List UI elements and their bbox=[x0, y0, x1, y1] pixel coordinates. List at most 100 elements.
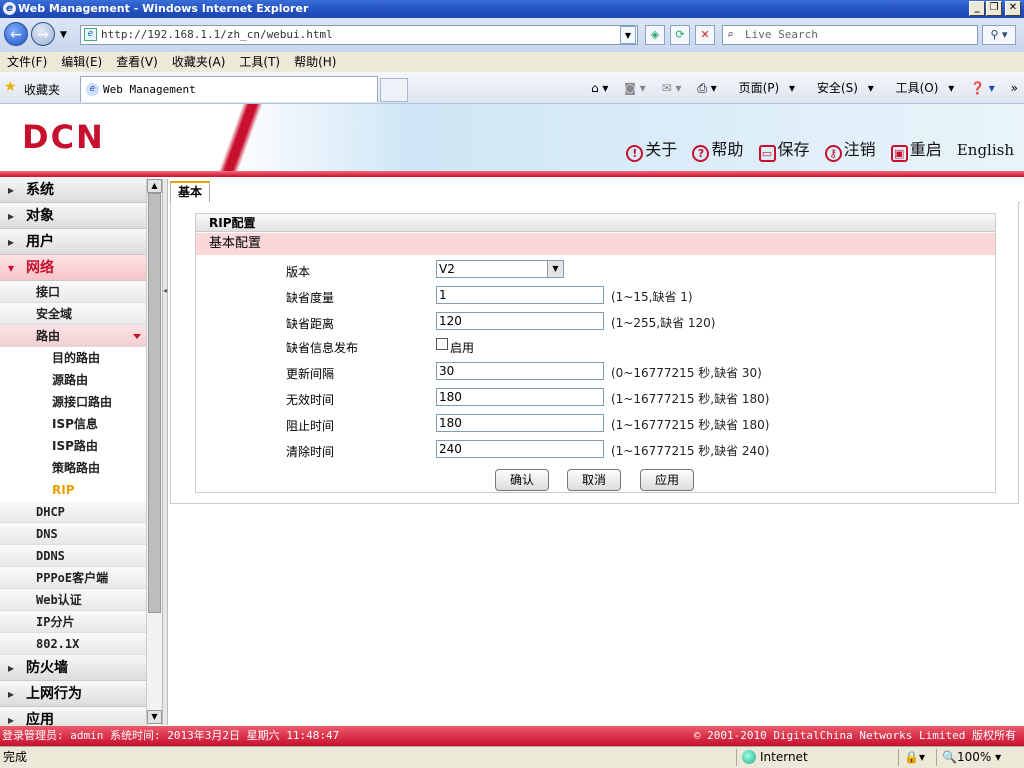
close-button[interactable]: ✕ bbox=[1005, 1, 1021, 16]
sidebar-item-rip[interactable]: RIP bbox=[0, 479, 147, 501]
scroll-up-icon[interactable]: ▲ bbox=[147, 179, 162, 193]
sidebar-group-user[interactable]: 用户 bbox=[0, 229, 147, 255]
page-menu[interactable]: 页面(P) ▾ bbox=[733, 72, 795, 104]
tools-menu[interactable]: 工具(O) ▾ bbox=[890, 72, 955, 104]
reboot-link[interactable]: ▣ 重启 bbox=[890, 136, 942, 162]
metric-input[interactable]: 1 bbox=[436, 286, 604, 304]
print-icon[interactable]: ⎙ ▾ bbox=[697, 72, 716, 104]
english-link[interactable]: English bbox=[957, 141, 1014, 159]
cancel-button[interactable]: 取消 bbox=[567, 469, 621, 491]
mail-icon[interactable]: ✉ ▾ bbox=[662, 72, 682, 104]
sidebar-item-ddns[interactable]: DDNS bbox=[0, 545, 147, 567]
default-info-checkbox-label[interactable]: 启用 bbox=[450, 339, 474, 356]
metric-hint: (1~15,缺省 1) bbox=[611, 290, 693, 304]
scroll-down-icon[interactable]: ▼ bbox=[147, 710, 162, 724]
default-info-checkbox[interactable] bbox=[436, 338, 448, 350]
flush-input[interactable]: 240 bbox=[436, 440, 604, 458]
help-icon[interactable]: ❓ ▾ bbox=[970, 72, 995, 104]
sidebar-group-object[interactable]: 对象 bbox=[0, 203, 147, 229]
version-label: 版本 bbox=[286, 265, 311, 279]
holddown-row: 阻止时间 180 (1~16777215 秒,缺省 180) bbox=[286, 414, 986, 436]
refresh-icon[interactable]: ⟳ bbox=[670, 25, 690, 45]
tools-menu-label: 工具(O) bbox=[895, 81, 939, 95]
search-logo-icon: ⌕ bbox=[727, 28, 734, 41]
zone-label: Internet bbox=[760, 750, 808, 764]
menu-view[interactable]: 查看(V) bbox=[109, 52, 165, 72]
save-link[interactable]: ▭ 保存 bbox=[758, 136, 810, 162]
sidebar-item-interface[interactable]: 接口 bbox=[0, 281, 147, 303]
scroll-thumb[interactable] bbox=[148, 193, 161, 613]
metric-label: 缺省度量 bbox=[286, 291, 335, 305]
section-title: 基本配置 bbox=[196, 233, 995, 255]
collapse-arrow-icon[interactable]: ◂ bbox=[163, 286, 167, 295]
safety-menu[interactable]: 安全(S) ▾ bbox=[811, 72, 874, 104]
search-input[interactable]: ⌕ Live Search bbox=[722, 25, 978, 45]
chevron-right-icon[interactable]: » bbox=[1011, 72, 1018, 104]
protected-mode-icon[interactable]: 🔒▾ bbox=[904, 747, 925, 768]
about-link[interactable]: ! 关于 bbox=[626, 136, 677, 162]
address-input[interactable]: e http://192.168.1.1/zh_cn/webui.html bbox=[80, 25, 638, 45]
forward-button[interactable]: → bbox=[31, 22, 55, 46]
tab-basic[interactable]: 基本 bbox=[170, 181, 210, 202]
window-title: Web Management - Windows Internet Explor… bbox=[18, 2, 309, 15]
sidebar-item-source-route[interactable]: 源路由 bbox=[0, 369, 147, 391]
sidebar-item-web-auth[interactable]: Web认证 bbox=[0, 589, 147, 611]
sidebar-item-dns[interactable]: DNS bbox=[0, 523, 147, 545]
sidebar-item-ip-fragment[interactable]: IP分片 bbox=[0, 611, 147, 633]
distance-label: 缺省距离 bbox=[286, 317, 335, 331]
sidebar-item-route[interactable]: 路由 bbox=[0, 325, 147, 347]
favorites-bar: ★ 收藏夹 e Web Management ⌂ ▾ ◙ ▾ ✉ ▾ ⎙ ▾ 页… bbox=[0, 72, 1024, 104]
ok-button[interactable]: 确认 bbox=[495, 469, 549, 491]
sidebar-item-8021x[interactable]: 802.1X bbox=[0, 633, 147, 655]
sidebar-scrollbar[interactable]: ▲ ▼ bbox=[146, 179, 162, 725]
invalid-input[interactable]: 180 bbox=[436, 388, 604, 406]
stop-icon[interactable]: ✕ bbox=[695, 25, 715, 45]
logout-link[interactable]: ⚷ 注销 bbox=[824, 136, 876, 162]
zoom-control[interactable]: 🔍100% ▾ bbox=[942, 747, 1001, 768]
sidebar-item-isp-route[interactable]: ISP路由 bbox=[0, 435, 147, 457]
menu-help[interactable]: 帮助(H) bbox=[287, 52, 343, 72]
feeds-icon[interactable]: ◙ ▾ bbox=[624, 72, 645, 104]
default-info-row: 缺省信息发布 启用 bbox=[286, 336, 986, 358]
sidebar-group-behavior[interactable]: 上网行为 bbox=[0, 681, 147, 707]
search-button[interactable]: ⚲ ▾ bbox=[982, 25, 1016, 45]
sidebar-group-system[interactable]: 系统 bbox=[0, 177, 147, 203]
sidebar-item-policy-route[interactable]: 策略路由 bbox=[0, 457, 147, 479]
menu-file[interactable]: 文件(F) bbox=[0, 52, 54, 72]
menu-favorites[interactable]: 收藏夹(A) bbox=[165, 52, 233, 72]
favorites-star-icon[interactable]: ★ bbox=[4, 79, 17, 95]
search-placeholder: Live Search bbox=[745, 28, 818, 41]
sidebar-item-zone[interactable]: 安全域 bbox=[0, 303, 147, 325]
sidebar-splitter[interactable]: ◂ bbox=[162, 179, 168, 725]
sidebar-group-network[interactable]: 网络 bbox=[0, 255, 147, 281]
minimize-button[interactable]: _ bbox=[969, 1, 985, 16]
sidebar-group-firewall[interactable]: 防火墙 bbox=[0, 655, 147, 681]
history-dropdown-icon[interactable]: ▼ bbox=[60, 30, 67, 40]
sidebar-item-dhcp[interactable]: DHCP bbox=[0, 501, 147, 523]
compatibility-icon[interactable]: ◈ bbox=[645, 25, 665, 45]
update-hint: (0~16777215 秒,缺省 30) bbox=[611, 366, 762, 380]
home-icon[interactable]: ⌂ ▾ bbox=[591, 72, 608, 104]
sidebar-item-dest-route[interactable]: 目的路由 bbox=[0, 347, 147, 369]
menu-edit[interactable]: 编辑(E) bbox=[54, 52, 109, 72]
back-button[interactable]: ← bbox=[4, 22, 28, 46]
sidebar-group-app[interactable]: 应用 bbox=[0, 707, 147, 727]
menu-tools[interactable]: 工具(T) bbox=[232, 52, 287, 72]
distance-input[interactable]: 120 bbox=[436, 312, 604, 330]
save-label: 保存 bbox=[777, 140, 810, 159]
sidebar-item-source-if-route[interactable]: 源接口路由 bbox=[0, 391, 147, 413]
sidebar-item-pppoe[interactable]: PPPoE客户端 bbox=[0, 567, 147, 589]
holddown-input[interactable]: 180 bbox=[436, 414, 604, 432]
apply-button[interactable]: 应用 bbox=[640, 469, 694, 491]
new-tab-button[interactable] bbox=[380, 78, 408, 102]
maximize-button[interactable]: ❐ bbox=[986, 1, 1002, 16]
version-select[interactable]: V2 ▼ bbox=[436, 260, 564, 278]
zone-indicator[interactable]: Internet bbox=[742, 747, 808, 768]
help-link[interactable]: ? 帮助 bbox=[692, 136, 743, 162]
update-input[interactable]: 30 bbox=[436, 362, 604, 380]
sidebar-item-isp-info[interactable]: ISP信息 bbox=[0, 413, 147, 435]
address-dropdown-icon[interactable]: ▼ bbox=[620, 26, 636, 44]
favorites-button[interactable]: 收藏夹 bbox=[24, 81, 60, 98]
browser-tab[interactable]: e Web Management bbox=[80, 76, 378, 102]
status-separator-2 bbox=[898, 749, 899, 766]
